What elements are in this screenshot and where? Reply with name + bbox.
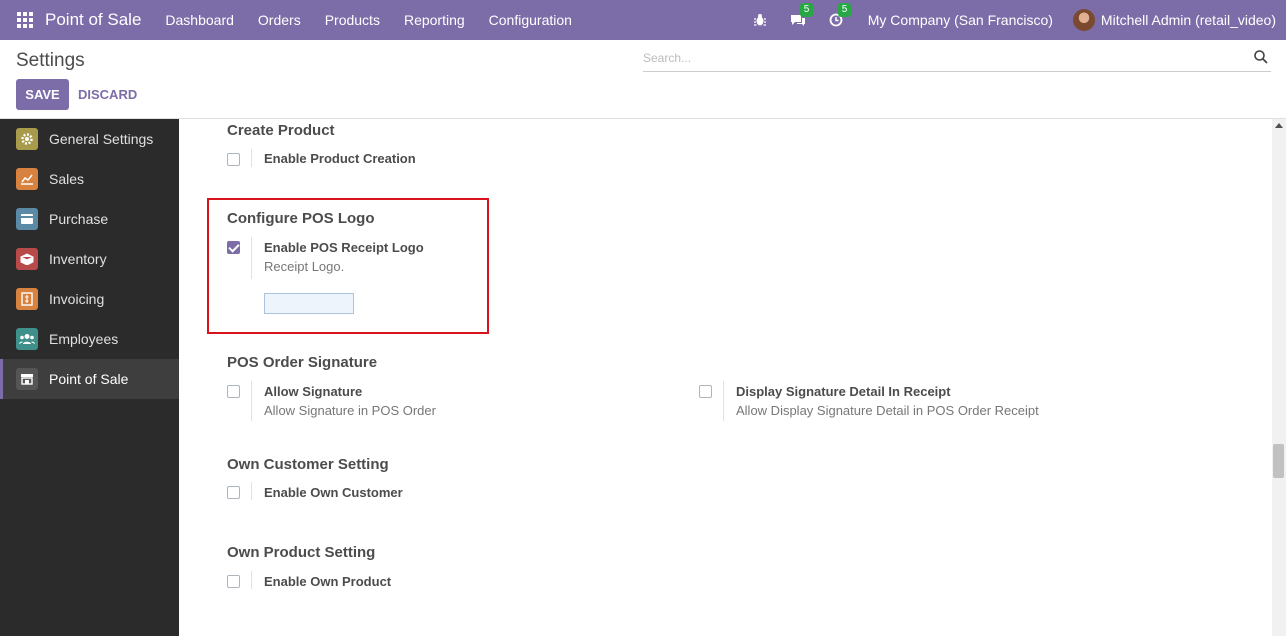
pos-receipt-logo-label: Enable POS Receipt Logo	[264, 240, 424, 255]
scroll-up-arrow-icon[interactable]	[1275, 123, 1283, 128]
pos-receipt-logo-help: Receipt Logo.	[264, 259, 345, 274]
control-panel: Settings SAVE DISCARD	[0, 40, 1286, 119]
navbar-systray: 5 5 My Company (San Francisco) Mitchell …	[752, 0, 1286, 40]
own-product-label: Enable Own Product	[264, 574, 392, 589]
chart-icon	[16, 168, 38, 190]
sidebar-item-label: Invoicing	[49, 291, 105, 307]
allow-signature-help: Allow Signature in POS Order	[264, 403, 436, 418]
settings-sidebar: General Settings Sales Purchase Inventor…	[0, 119, 179, 636]
sidebar-item-point-of-sale[interactable]: Point of Sale	[0, 359, 179, 399]
display-signature-checkbox[interactable]	[699, 385, 712, 398]
company-switcher[interactable]: My Company (San Francisco)	[868, 12, 1053, 28]
search-icon[interactable]	[1253, 49, 1269, 65]
search-input[interactable]	[643, 47, 1243, 69]
divider	[251, 381, 252, 421]
own-customer-checkbox[interactable]	[227, 486, 240, 499]
sidebar-item-purchase[interactable]: Purchase	[0, 199, 179, 239]
menu-products[interactable]: Products	[325, 12, 380, 28]
discard-button[interactable]: DISCARD	[78, 79, 137, 110]
allow-signature-label: Allow Signature	[264, 384, 363, 399]
section-pos-logo-title: Configure POS Logo	[227, 210, 375, 227]
invoice-icon	[16, 288, 38, 310]
gear-icon	[16, 128, 38, 150]
save-button[interactable]: SAVE	[16, 79, 69, 110]
sidebar-item-label: Purchase	[49, 211, 109, 227]
create-product-checkbox[interactable]	[227, 153, 240, 166]
card-icon	[16, 208, 38, 230]
divider	[251, 571, 252, 589]
sidebar-item-general-settings[interactable]: General Settings	[0, 119, 179, 159]
section-create-product-title: Create Product	[227, 122, 335, 139]
sidebar-item-sales[interactable]: Sales	[0, 159, 179, 199]
display-signature-help: Allow Display Signature Detail in POS Or…	[736, 403, 1039, 418]
scrollbar[interactable]	[1272, 119, 1286, 636]
section-own-customer-title: Own Customer Setting	[227, 456, 389, 473]
box-icon	[16, 248, 38, 270]
divider	[251, 149, 252, 167]
menu-dashboard[interactable]: Dashboard	[165, 12, 234, 28]
top-navbar: Point of Sale Dashboard Orders Products …	[0, 0, 1286, 40]
user-menu[interactable]: Mitchell Admin (retail_video)	[1101, 12, 1276, 28]
search-bar	[643, 47, 1271, 72]
store-icon	[16, 368, 38, 390]
activities-badge: 5	[837, 3, 852, 17]
menu-configuration[interactable]: Configuration	[489, 12, 572, 28]
menu-orders[interactable]: Orders	[258, 12, 301, 28]
section-own-product-title: Own Product Setting	[227, 544, 376, 561]
divider	[251, 237, 252, 279]
sidebar-item-label: Inventory	[49, 251, 107, 267]
messages-badge: 5	[799, 3, 814, 17]
messages-icon[interactable]: 5	[790, 3, 814, 28]
app-title[interactable]: Point of Sale	[45, 10, 141, 30]
sidebar-item-label: Sales	[49, 171, 85, 187]
receipt-logo-image[interactable]	[264, 293, 354, 314]
display-signature-label: Display Signature Detail In Receipt	[736, 384, 951, 399]
pos-receipt-logo-checkbox[interactable]	[227, 241, 240, 254]
sidebar-item-invoicing[interactable]: Invoicing	[0, 279, 179, 319]
people-icon	[16, 328, 38, 350]
menu-reporting[interactable]: Reporting	[404, 12, 465, 28]
own-product-checkbox[interactable]	[227, 575, 240, 588]
apps-menu-icon[interactable]	[17, 12, 33, 28]
user-avatar[interactable]	[1072, 9, 1095, 31]
sidebar-item-label: General Settings	[49, 131, 154, 147]
divider	[723, 381, 724, 421]
divider	[251, 482, 252, 500]
sidebar-item-employees[interactable]: Employees	[0, 319, 179, 359]
page-title: Settings	[16, 50, 85, 71]
settings-content: Create Product Enable Product Creation C…	[179, 119, 1272, 636]
sidebar-item-inventory[interactable]: Inventory	[0, 239, 179, 279]
scroll-thumb[interactable]	[1273, 444, 1284, 478]
allow-signature-checkbox[interactable]	[227, 385, 240, 398]
bug-icon[interactable]	[752, 12, 768, 28]
create-product-label: Enable Product Creation	[264, 151, 416, 166]
section-signature-title: POS Order Signature	[227, 354, 378, 371]
sidebar-item-label: Point of Sale	[49, 371, 129, 387]
own-customer-label: Enable Own Customer	[264, 485, 403, 500]
activity-clock-icon[interactable]: 5	[828, 3, 852, 28]
sidebar-item-label: Employees	[49, 331, 119, 347]
